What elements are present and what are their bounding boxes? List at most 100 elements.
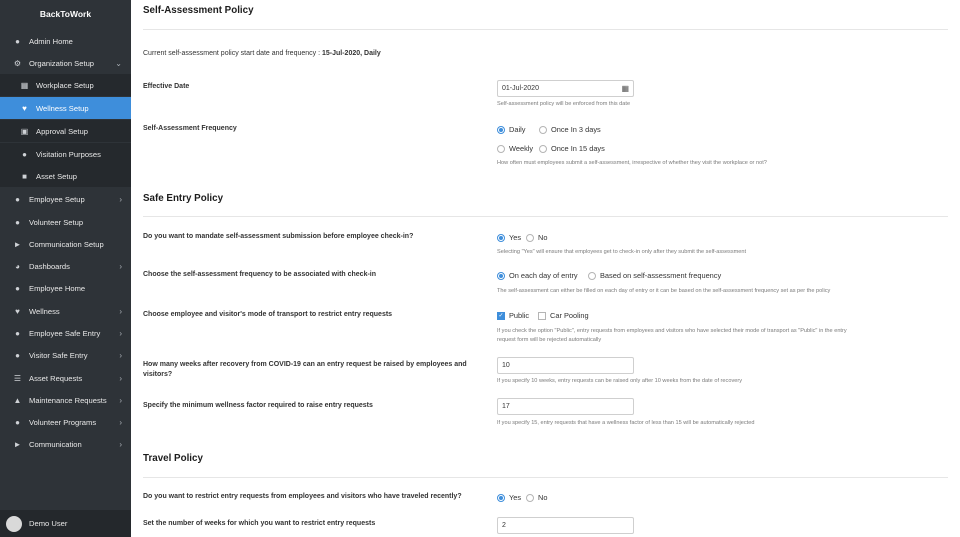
sidebar-item-label: Communication Setup <box>29 239 104 249</box>
current-policy-label: Current self-assessment policy start dat… <box>143 50 322 57</box>
radio-selected <box>497 125 505 134</box>
sidebar-item-workplace-setup[interactable]: ▦ Workplace Setup <box>0 74 131 96</box>
each-day-radio[interactable]: On each day of entry <box>497 271 578 280</box>
recovery-weeks-hint: If you specify 10 weeks, entry requests … <box>497 378 743 384</box>
megaphone-icon: ► <box>13 239 22 249</box>
chevron-right-icon: › <box>119 306 122 316</box>
sidebar-item-admin-home[interactable]: ● Admin Home <box>0 30 131 52</box>
option-label: Once In 15 days <box>551 144 605 153</box>
sidebar-item-visitor-safe-entry[interactable]: ● Visitor Safe Entry › <box>0 344 131 366</box>
list-icon: ☰ <box>13 373 22 383</box>
option-label: Weekly <box>509 144 534 153</box>
radio-selected <box>497 493 505 502</box>
chevron-right-icon: › <box>119 373 122 383</box>
sidebar-item-label: Workplace Setup <box>36 80 94 90</box>
radio-unselected <box>497 144 505 153</box>
travel-restrict-question: Do you want to restrict entry requests f… <box>143 493 462 500</box>
wellness-factor-question: Specify the minimum wellness factor requ… <box>143 402 373 409</box>
effective-date-field[interactable]: 01-Jul-2020 ▦ <box>497 80 634 97</box>
option-label: Public <box>509 311 530 320</box>
public-checkbox[interactable]: ✓ Public <box>497 311 529 320</box>
wellness-factor-hint: If you specify 15, entry requests that h… <box>497 420 755 426</box>
sidebar-item-employee-safe-entry[interactable]: ● Employee Safe Entry › <box>0 322 131 344</box>
sidebar-item-label: Volunteer Programs <box>29 417 97 427</box>
user-icon: ● <box>15 36 20 46</box>
option-label: Based on self-assessment frequency <box>600 271 722 280</box>
chevron-right-icon: › <box>119 261 122 271</box>
car-pooling-checkbox[interactable]: Car Pooling <box>538 311 589 320</box>
sidebar-item-label: Organization Setup <box>29 58 95 68</box>
effective-date-value: 01-Jul-2020 <box>502 85 539 92</box>
sidebar-item-label: Volunteer Setup <box>29 217 84 227</box>
user-icon: ● <box>15 350 20 360</box>
sidebar-item-label: Asset Requests <box>29 373 83 383</box>
brand-logo: BackToWork <box>39 9 92 19</box>
recovery-weeks-input[interactable]: 10 <box>497 357 634 374</box>
sidebar-item-label: Approval Setup <box>36 126 88 136</box>
user-plus-icon: ● <box>15 217 20 227</box>
divider <box>143 477 948 478</box>
frequency-15days-radio[interactable]: Once In 15 days <box>539 144 605 153</box>
sidebar-item-label: Admin Home <box>29 36 73 46</box>
sidebar-item-volunteer-setup[interactable]: ● Volunteer Setup <box>0 211 131 233</box>
user-name: Demo User <box>29 519 68 528</box>
mandate-hint: Selecting "Yes" will ensure that employe… <box>497 249 747 255</box>
checkbox-checked: ✓ <box>497 311 505 320</box>
avatar <box>6 515 22 532</box>
wellness-factor-input[interactable]: 17 <box>497 398 634 415</box>
frequency-hint: How often must employees submit a self-a… <box>497 160 767 166</box>
heart-icon: ♥ <box>15 306 20 316</box>
chevron-right-icon: › <box>119 395 122 405</box>
sidebar-item-volunteer-programs[interactable]: ● Volunteer Programs › <box>0 411 131 433</box>
travel-weeks-input[interactable]: 2 <box>497 517 634 534</box>
travel-yes-radio[interactable]: Yes <box>497 493 521 502</box>
sidebar-item-employee-home[interactable]: ● Employee Home <box>0 277 131 299</box>
sidebar-item-asset-requests[interactable]: ☰ Asset Requests › <box>0 367 131 389</box>
option-label: Yes <box>509 493 522 502</box>
calendar-icon[interactable]: ▦ <box>621 81 629 96</box>
wrench-icon: ▲ <box>13 395 22 405</box>
clipboard-icon: ▣ <box>20 126 29 136</box>
sidebar-item-wellness[interactable]: ♥ Wellness › <box>0 300 131 322</box>
checkin-frequency-question: Choose the self-assessment frequency to … <box>143 271 377 278</box>
option-label: No <box>538 233 548 242</box>
user-icon: ● <box>15 328 20 338</box>
sidebar-item-label: Dashboards <box>29 261 70 271</box>
chevron-right-icon: › <box>119 194 122 204</box>
recovery-weeks-question-line2: visitors? <box>143 371 173 378</box>
building-icon: ▦ <box>20 80 29 90</box>
sidebar-item-asset-setup[interactable]: ■ Asset Setup <box>0 165 131 187</box>
users-icon: ● <box>15 194 20 204</box>
radio-selected <box>497 271 505 280</box>
sidebar-item-approval-setup[interactable]: ▣ Approval Setup <box>0 120 131 142</box>
chevron-down-icon: ⌄ <box>115 58 122 68</box>
frequency-weekly-radio[interactable]: Weekly <box>497 144 533 153</box>
radio-unselected <box>539 144 547 153</box>
travel-policy-title: Travel Policy <box>143 453 203 464</box>
safe-entry-title: Safe Entry Policy <box>143 193 224 204</box>
user-icon: ● <box>15 283 20 293</box>
sidebar-item-label: Visitation Purposes <box>36 149 101 159</box>
travel-no-radio[interactable]: No <box>526 493 547 502</box>
sidebar-item-label: Maintenance Requests <box>29 395 107 405</box>
frequency-daily-radio[interactable]: Daily <box>497 125 525 134</box>
sidebar-item-maintenance-requests[interactable]: ▲ Maintenance Requests › <box>0 389 131 411</box>
sidebar-item-employee-setup[interactable]: ● Employee Setup › <box>0 188 131 210</box>
frequency-3days-radio[interactable]: Once In 3 days <box>539 125 601 134</box>
travel-weeks-question: Set the number of weeks for which you wa… <box>143 520 376 527</box>
sidebar-item-visitation-purposes[interactable]: ● Visitation Purposes <box>0 143 131 165</box>
sidebar-item-wellness-setup[interactable]: ♥ Wellness Setup <box>0 97 131 119</box>
transport-question: Choose employee and visitor's mode of tr… <box>143 311 393 318</box>
mandate-question: Do you want to mandate self-assessment s… <box>143 233 414 240</box>
sidebar-item-communication-setup[interactable]: ► Communication Setup <box>0 233 131 255</box>
user-profile[interactable]: Demo User <box>0 510 131 537</box>
mandate-no-radio[interactable]: No <box>526 233 547 242</box>
effective-date-label: Effective Date <box>143 83 190 90</box>
sidebar-item-dashboards[interactable]: ◕ Dashboards › <box>0 255 131 277</box>
sidebar: BackToWork ● Admin Home ⚙ Organization Set… <box>0 0 131 537</box>
mandate-yes-radio[interactable]: Yes <box>497 233 521 242</box>
sidebar-item-organization-setup[interactable]: ⚙ Organization Setup ⌄ <box>0 52 131 74</box>
sidebar-item-communication[interactable]: ► Communication › <box>0 433 131 455</box>
option-label: Yes <box>509 233 522 242</box>
based-on-frequency-radio[interactable]: Based on self-assessment frequency <box>588 271 721 280</box>
